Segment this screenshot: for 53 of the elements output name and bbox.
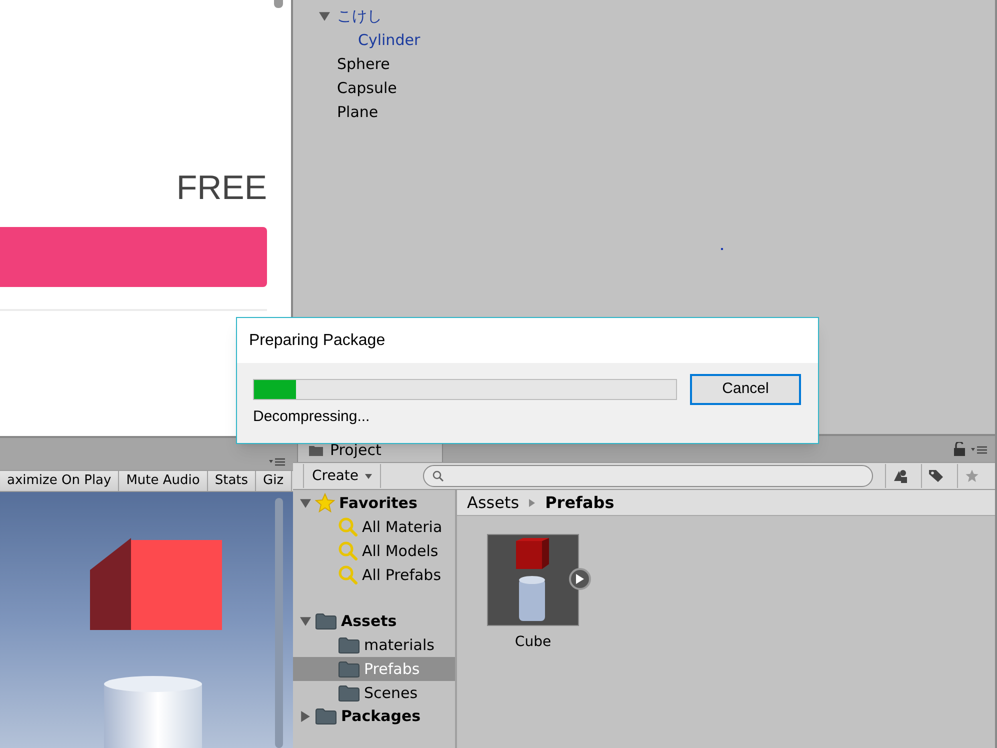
- play-icon[interactable]: [569, 568, 591, 590]
- hierarchy-item[interactable]: こけし: [337, 4, 382, 28]
- scrollbar-thumb[interactable]: [274, 0, 283, 8]
- breadcrumb-item[interactable]: Prefabs: [545, 490, 614, 514]
- sidebar-item[interactable]: Assets: [293, 609, 455, 633]
- expand-triangle-icon[interactable]: [319, 10, 330, 22]
- status-text: Decompressing...: [253, 407, 371, 427]
- hierarchy-item[interactable]: Sphere: [337, 52, 390, 76]
- folder-icon: [338, 660, 360, 678]
- toolbar-toggle[interactable]: Mute Audio: [119, 471, 208, 491]
- search-field[interactable]: [422, 465, 873, 487]
- hierarchy-item[interactable]: Plane: [337, 100, 378, 124]
- search-icon: [338, 517, 358, 537]
- breadcrumb-separator-icon: [529, 498, 536, 506]
- collapse-triangle-icon[interactable]: [300, 710, 311, 722]
- hierarchy-item[interactable]: Capsule: [337, 76, 397, 100]
- toolbar-toggle[interactable]: Stats: [208, 471, 256, 491]
- sidebar-item[interactable]: All Models: [293, 539, 455, 563]
- folder-icon: [338, 684, 360, 702]
- shapes-icon: [892, 469, 908, 483]
- search-icon: [338, 541, 358, 561]
- price-label: FREE: [176, 168, 267, 208]
- search-icon: [432, 470, 444, 482]
- sidebar-item[interactable]: Favorites: [293, 491, 455, 515]
- tab-label: Project: [330, 440, 382, 462]
- sidebar-item[interactable]: Packages: [293, 704, 455, 728]
- folder-icon: [338, 636, 360, 654]
- toolbar-toggle[interactable]: Giz: [256, 471, 292, 491]
- expand-triangle-icon[interactable]: [300, 498, 311, 508]
- star-icon: [965, 469, 980, 483]
- folder-icon: [315, 708, 337, 724]
- lock-icon[interactable]: [954, 442, 965, 456]
- panel-menu-icon[interactable]: [269, 458, 285, 466]
- search-icon: [338, 565, 358, 585]
- create-dropdown[interactable]: Create: [303, 464, 381, 488]
- panel-menu-icon[interactable]: [970, 446, 987, 454]
- folder-icon: [315, 612, 337, 630]
- star-icon: [315, 493, 335, 513]
- dialog-title: Preparing Package: [249, 330, 386, 350]
- scrollbar-thumb[interactable]: [275, 498, 283, 748]
- tag-icon: [928, 469, 944, 483]
- sidebar-item[interactable]: All Prefabs: [293, 563, 455, 587]
- breadcrumb-item[interactable]: Assets: [467, 490, 520, 514]
- asset-label[interactable]: Cube: [514, 632, 552, 653]
- sidebar-item[interactable]: All Materia: [293, 515, 455, 539]
- cancel-button[interactable]: Cancel: [690, 374, 801, 405]
- toolbar-toggle[interactable]: aximize On Play: [0, 471, 120, 491]
- sidebar-item[interactable]: materials: [293, 633, 455, 657]
- caret-icon: [364, 474, 372, 478]
- hierarchy-item[interactable]: Cylinder: [358, 28, 420, 52]
- asset-thumbnail[interactable]: [487, 534, 579, 626]
- expand-triangle-icon[interactable]: [300, 616, 311, 626]
- sidebar-item[interactable]: Scenes: [293, 681, 455, 705]
